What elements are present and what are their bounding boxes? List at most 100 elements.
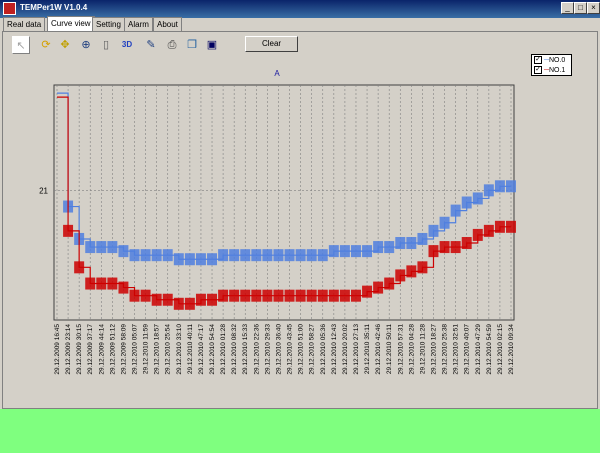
series-point-no1 [461, 237, 472, 250]
x-tick-label: 29.12.2010 15:33 [242, 324, 249, 375]
series-point-no0 [472, 192, 483, 205]
x-tick-label: 29.12.2009 37:17 [87, 324, 94, 375]
series-point-no1 [251, 289, 262, 302]
x-tick-label: 29.12.2010 20:02 [342, 324, 349, 375]
series-point-no1 [273, 289, 284, 302]
series-point-no0 [173, 253, 184, 266]
series-point-no0 [373, 241, 384, 254]
x-tick-label: 29.12.2010 18:27 [430, 324, 437, 375]
y-tick-labels: 21 [39, 186, 48, 195]
series-point-no1 [328, 289, 339, 302]
series-point-no0 [428, 224, 439, 237]
x-tick-label: 29.12.2010 08:32 [231, 324, 238, 375]
y-tick-label: 21 [39, 186, 48, 195]
series-point-no1 [295, 289, 306, 302]
series-point-no0 [195, 253, 206, 266]
series-point-no1 [96, 277, 107, 290]
series-point-no0 [140, 249, 151, 262]
x-tick-label: 29.12.2010 02:15 [497, 324, 504, 375]
series-point-no1 [494, 220, 505, 233]
series-point-no0 [218, 249, 229, 262]
series-point-no0 [207, 253, 218, 266]
x-tick-label: 29.12.2010 36:40 [275, 324, 282, 375]
series-point-no0 [284, 249, 295, 262]
x-tick-label: 29.12.2009 23:14 [65, 324, 72, 375]
x-tick-label: 29.12.2009 58:09 [120, 324, 127, 375]
x-tick-label: 29.12.2010 04:28 [408, 324, 415, 375]
series-point-no1 [284, 289, 295, 302]
series-point-no1 [395, 269, 406, 282]
x-tick-label: 29.12.2010 40:07 [464, 324, 471, 375]
series-point-no0 [262, 249, 273, 262]
x-tick-label: 29.12.2010 51:00 [298, 324, 305, 375]
series-point-no1 [63, 224, 74, 237]
series-point-no0 [461, 196, 472, 209]
series-point-no1 [350, 289, 361, 302]
x-tick-label: 29.12.2010 27:13 [353, 324, 360, 375]
series-point-no0 [306, 249, 317, 262]
x-tick-labels: 29.12.2009 16:45 29.12.2009 23:14 29.12.20… [54, 324, 515, 375]
series-point-no0 [417, 232, 428, 245]
series-point-no1 [129, 289, 140, 302]
series-point-no1 [472, 228, 483, 241]
series-point-no0 [240, 249, 251, 262]
x-tick-label: 29.12.2010 25:38 [442, 324, 449, 375]
x-tick-label: 29.12.2009 16:45 [54, 324, 61, 375]
series-point-no0 [229, 249, 240, 262]
series-point-no0 [184, 253, 195, 266]
series-point-no1 [118, 281, 129, 294]
series-point-no1 [207, 293, 218, 306]
series-point-no1 [439, 241, 450, 254]
series-point-no1 [262, 289, 273, 302]
series-point-no0 [118, 245, 129, 258]
x-tick-label: 29.12.2010 43:45 [287, 324, 294, 375]
series-point-no0 [273, 249, 284, 262]
series-point-no1 [417, 261, 428, 274]
series-point-no1 [229, 289, 240, 302]
series-point-no1 [173, 297, 184, 310]
x-tick-label: 29.12.2010 25:54 [165, 324, 172, 375]
x-tick-label: 29.12.2010 11:28 [419, 324, 426, 375]
x-tick-label: 29.12.2010 18:57 [154, 324, 161, 375]
series-point-no0 [162, 249, 173, 262]
series-point-no1 [450, 241, 461, 254]
series-point-no1 [406, 265, 417, 278]
x-tick-label: 29.12.2010 09:34 [508, 324, 515, 375]
series-point-no1 [306, 289, 317, 302]
series-point-no1 [483, 224, 494, 237]
series-point-no1 [162, 293, 173, 306]
status-strip [0, 409, 600, 453]
x-tick-label: 29.12.2010 29:33 [264, 324, 271, 375]
series-point-no1 [384, 277, 395, 290]
series-point-no1 [339, 289, 350, 302]
series-point-no0 [107, 241, 118, 254]
series-point-no0 [494, 180, 505, 193]
app-window: TEMPer1W V1.0.4 _ □ × Real data Curve vi… [0, 0, 600, 453]
x-tick-label: 29.12.2010 58:27 [309, 324, 316, 375]
series-point-no1 [362, 285, 373, 298]
series-point-no1 [373, 281, 384, 294]
x-tick-label: 29.12.2010 33:10 [176, 324, 183, 375]
series-point-no0 [439, 216, 450, 229]
x-tick-label: 29.12.2010 54:59 [486, 324, 493, 375]
series-point-no0 [251, 249, 262, 262]
series-point-no0 [96, 241, 107, 254]
series-point-no1 [140, 289, 151, 302]
x-tick-label: 29.12.2010 54:54 [209, 324, 216, 375]
series-point-no1 [151, 293, 162, 306]
temperature-chart: 29.12.2009 16:45 29.12.2009 23:14 29.12.20… [39, 84, 516, 375]
x-tick-label: 29.12.2010 40:11 [187, 324, 194, 375]
series-point-no1 [74, 261, 85, 274]
series-point-no1 [218, 289, 229, 302]
series-point-no0 [450, 204, 461, 217]
x-tick-label: 29.12.2010 05:36 [320, 324, 327, 375]
series-point-no0 [129, 249, 140, 262]
series-point-no0 [384, 241, 395, 254]
series-point-no0 [85, 241, 96, 254]
series-point-no0 [483, 184, 494, 197]
x-tick-label: 29.12.2010 50:11 [386, 324, 393, 375]
series-point-no1 [107, 277, 118, 290]
x-tick-label: 29.12.2010 32:51 [453, 324, 460, 375]
x-tick-label: 29.12.2010 22:36 [253, 324, 260, 375]
series-point-no0 [328, 245, 339, 258]
